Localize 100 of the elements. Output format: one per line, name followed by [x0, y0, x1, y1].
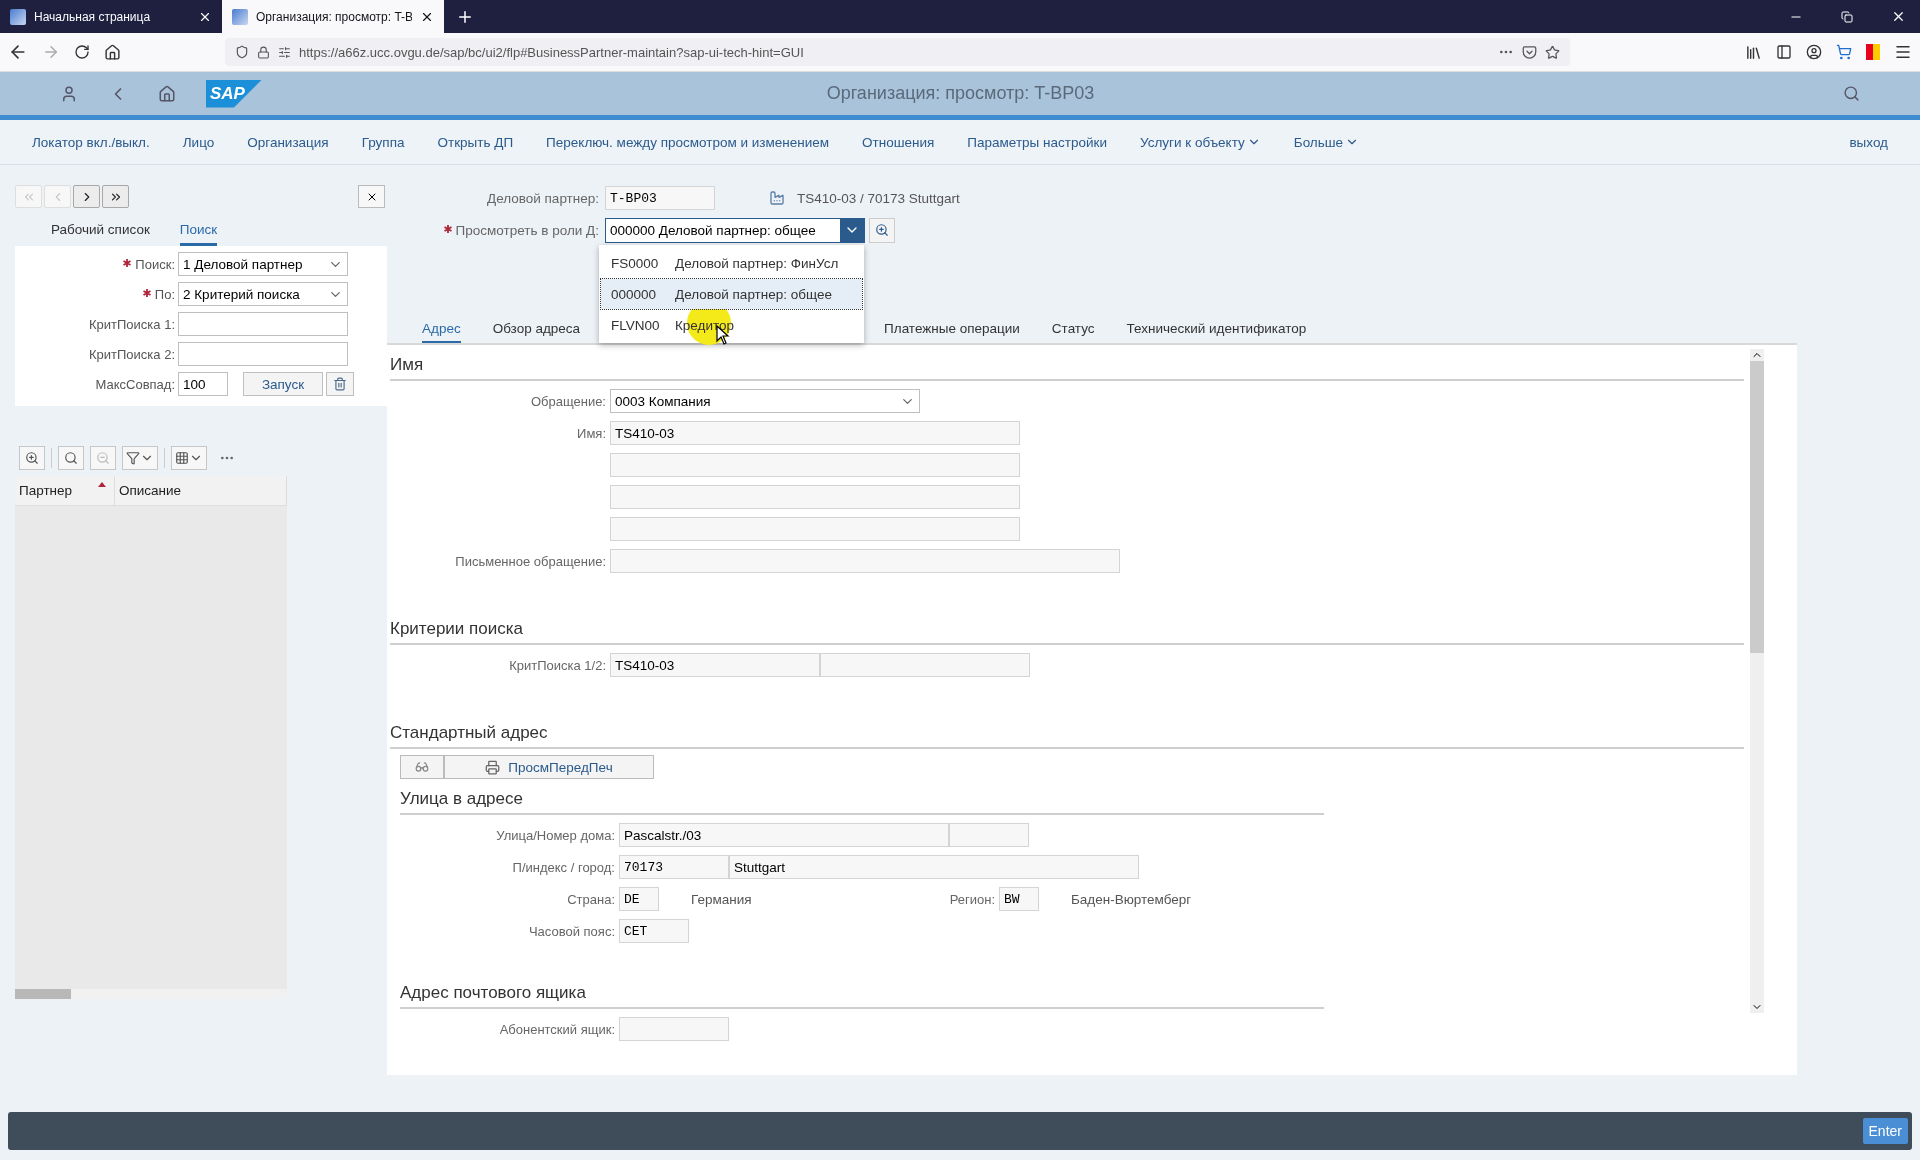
library-icon[interactable]	[1745, 43, 1762, 61]
zoom-icon	[25, 451, 39, 465]
last-page-button[interactable]	[102, 185, 129, 208]
logout-link[interactable]: выход	[1849, 134, 1888, 150]
search-icon[interactable]	[1843, 85, 1860, 102]
field-label: Регион:	[948, 891, 995, 907]
print-preview-button[interactable]: ПросмПередПеч	[444, 755, 654, 779]
flag-icon[interactable]	[1866, 44, 1880, 60]
search-icon	[875, 223, 889, 237]
trash-icon	[333, 377, 347, 391]
role-select[interactable]: 000000 Деловой партнер: общее	[605, 217, 865, 243]
delete-button[interactable]	[326, 372, 354, 396]
input-field: Stuttgart	[729, 855, 1139, 879]
input-field[interactable]	[178, 342, 348, 366]
scrollbar[interactable]	[1750, 349, 1764, 1013]
input-field[interactable]	[178, 312, 348, 336]
field-label: Письменное обращение:	[454, 553, 606, 569]
restore-icon[interactable]	[1841, 10, 1853, 23]
filter-icon	[126, 451, 140, 465]
field-label: КритПоиска 1/2:	[508, 657, 606, 673]
required-icon	[443, 224, 452, 233]
input-field: DE	[619, 887, 659, 911]
glasses-button[interactable]	[400, 755, 444, 779]
lock-icon	[257, 45, 270, 59]
select-field[interactable]: 1 Деловой партнер	[178, 252, 348, 276]
plus-icon[interactable]	[456, 8, 474, 26]
input-field[interactable]: 100	[178, 372, 228, 396]
field-label: Имя:	[576, 425, 606, 441]
glasses-icon	[415, 760, 429, 774]
shield-icon	[235, 45, 249, 59]
region-name: Баден-Вюртемберг	[1071, 891, 1192, 907]
menu-item[interactable]: Услуги к объекту	[1139, 134, 1261, 150]
layout-button[interactable]	[171, 446, 207, 470]
home-icon[interactable]	[104, 43, 121, 61]
partner-field: T-BP03	[605, 186, 715, 210]
partner-description: TS410-03 / 70173 Stuttgart	[797, 190, 960, 206]
field-label: Поиск:	[15, 256, 175, 272]
input-field: Pascalstr./03	[619, 823, 949, 847]
sidebar-icon[interactable]	[1776, 44, 1792, 60]
menu-item[interactable]: Группа	[361, 134, 405, 150]
menu-item[interactable]: Отношения	[862, 134, 935, 150]
zoom-button[interactable]	[19, 446, 45, 470]
form-tab[interactable]: Обзор адреса	[492, 321, 581, 343]
column-header[interactable]: Описание	[115, 476, 287, 505]
field-label: Страна:	[566, 891, 615, 907]
country-name: Германия	[691, 891, 753, 907]
browser-tab[interactable]: Организация: просмотр: T-B	[222, 0, 444, 33]
field-label: МаксСовпад:	[94, 376, 175, 392]
permissions-icon	[278, 45, 291, 59]
page-title: Организация: просмотр: T-BP03	[825, 83, 1096, 104]
run-button[interactable]: Запуск	[243, 372, 323, 396]
menu-item[interactable]: Больше	[1293, 134, 1360, 150]
form-tab[interactable]: Технический идентификатор	[1126, 321, 1307, 343]
menu-item[interactable]: Открыть ДП	[437, 134, 514, 150]
field-label: Часовой пояс:	[527, 923, 615, 939]
input-field: CET	[619, 919, 689, 943]
search-button[interactable]	[869, 217, 895, 243]
star-icon[interactable]	[1545, 44, 1560, 60]
field-label: Обращение:	[529, 393, 606, 409]
subsection-title: Адрес почтового ящика	[400, 977, 1324, 1009]
search-icon	[64, 451, 78, 465]
section-title: Критерии поиска	[390, 613, 1744, 645]
select-field[interactable]: 2 Критерий поиска	[178, 282, 348, 306]
user-icon[interactable]	[60, 84, 78, 103]
search-button[interactable]	[58, 446, 84, 470]
logo[interactable]: SAP	[206, 79, 262, 108]
input-field: TS410-03	[610, 421, 1020, 445]
field-label: П/индекс / город:	[511, 859, 615, 875]
browser-tab[interactable]: Начальная страница	[0, 0, 222, 33]
close-icon[interactable]	[1891, 9, 1906, 24]
panel-tab[interactable]: Рабочий список	[51, 218, 150, 246]
menu-item[interactable]: Лицо	[182, 134, 215, 150]
menu-item[interactable]: Переключ. между просмотром и изменением	[546, 134, 830, 150]
field-label: По:	[15, 286, 175, 302]
input-field: TS410-03	[610, 653, 820, 677]
address-field[interactable]: https://a66z.ucc.ovgu.de/sap/bc/ui2/flp#BusinessPartner-maintain?sap-ui-tech-hint=GUI	[225, 38, 1570, 66]
select-field[interactable]: 0003 Компания	[610, 389, 920, 413]
form-tab[interactable]: Статус	[1051, 321, 1095, 343]
menu-item[interactable]: Параметры настройки	[967, 134, 1107, 150]
subsection-title: Улица в адресе	[400, 783, 1324, 815]
filter-button[interactable]	[122, 446, 158, 470]
cart-icon[interactable]	[1836, 44, 1852, 60]
field-label: Улица/Номер дома:	[495, 827, 615, 843]
factory-icon	[769, 190, 785, 206]
menu-icon[interactable]	[1894, 43, 1912, 61]
menu-item[interactable]: Локатор вкл./выкл.	[32, 134, 150, 150]
form-tab[interactable]: Платежные операции	[884, 321, 1020, 343]
pocket-icon[interactable]	[1522, 44, 1537, 60]
favicon-icon	[10, 8, 26, 25]
account-icon[interactable]	[1806, 44, 1822, 60]
next-button[interactable]	[73, 185, 100, 208]
column-header[interactable]: Партнер	[15, 476, 115, 505]
printer-icon	[485, 759, 501, 775]
menu-item[interactable]: Организация	[247, 134, 329, 150]
reload-icon[interactable]	[74, 44, 90, 60]
dropdown-option[interactable]: 000000 Деловой партнер: общее	[601, 279, 862, 309]
section-title: Стандартный адрес	[390, 717, 1744, 749]
input-field: 70173	[619, 855, 729, 879]
dropdown-option[interactable]: FS0000 Деловой партнер: ФинУсл	[601, 248, 862, 278]
field-label: КритПоиска 2:	[88, 346, 175, 362]
